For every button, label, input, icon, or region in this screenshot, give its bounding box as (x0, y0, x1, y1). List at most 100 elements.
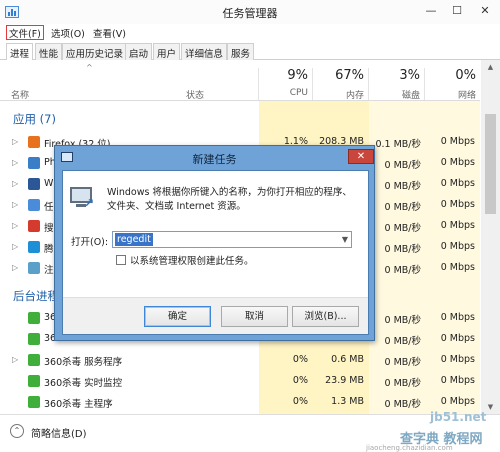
process-cpu: 0% (292, 375, 308, 386)
expand-chevron-icon[interactable]: ▷ (12, 179, 18, 188)
process-row[interactable]: 360杀毒 主程序 0% 1.3 MB 0 MB/秒 0 Mbps (0, 392, 480, 413)
admin-checkbox-label[interactable]: 以系统管理权限创建此任务。 (130, 253, 254, 267)
tencent-icon (28, 241, 40, 253)
process-memory: 23.9 MB (325, 375, 364, 386)
expand-chevron-icon[interactable]: ▷ (12, 263, 18, 272)
process-network: 0 Mbps (440, 375, 475, 386)
run-icon: ↗ (70, 185, 96, 210)
expand-chevron-icon[interactable]: ▷ (12, 355, 18, 364)
watermark-site: jb51.net (430, 410, 487, 424)
minimize-button[interactable]: — (418, 3, 444, 19)
menu-view[interactable]: 查看(V) (93, 26, 126, 40)
maximize-button[interactable]: ☐ (444, 3, 470, 19)
process-disk: 0 MB/秒 (384, 244, 421, 255)
browse-button[interactable]: 浏览(B)... (292, 306, 359, 327)
column-network[interactable]: 网络 (426, 88, 476, 101)
tab-processes[interactable]: 进程 (6, 43, 34, 61)
expand-chevron-icon[interactable]: ▷ (12, 221, 18, 230)
ok-button[interactable]: 确定 (144, 306, 211, 327)
expand-chevron-icon[interactable]: ▷ (12, 242, 18, 251)
column-header: ^ 名称 状态 9% CPU 67% 内存 3% 磁盘 0% 网络 (0, 60, 480, 101)
scroll-thumb[interactable] (485, 114, 496, 214)
dialog-title: 新建任务 (192, 153, 237, 166)
dialog-body: ↗ Windows 将根据你所键入的名称，为你打开相应的程序、文件夹、文档或 I… (62, 170, 369, 335)
process-disk: 0 MB/秒 (384, 315, 421, 326)
process-name: 360杀毒 服务程序 (44, 357, 123, 368)
open-label: 打开(O): (71, 237, 109, 248)
expand-chevron-icon[interactable]: ▷ (12, 137, 18, 146)
column-cpu[interactable]: CPU (262, 88, 308, 98)
process-disk: 0.1 MB/秒 (375, 139, 421, 150)
process-disk: 0 MB/秒 (384, 202, 421, 213)
open-input-value[interactable]: regedit (115, 233, 153, 246)
new-task-dialog: 新建任务 ✕ ↗ Windows 将根据你所键入的名称，为你打开相应的程序、文件… (54, 145, 375, 341)
photos-icon (28, 157, 40, 169)
tab-details[interactable]: 详细信息 (181, 43, 228, 60)
process-network: 0 Mbps (440, 396, 475, 407)
process-network: 0 Mbps (440, 178, 475, 189)
menu-options[interactable]: 选项(O) (51, 26, 85, 40)
expand-chevron-icon[interactable]: ▷ (12, 200, 18, 209)
column-divider (258, 68, 259, 100)
process-network: 0 Mbps (440, 136, 475, 147)
tab-users[interactable]: 用户 (153, 43, 181, 60)
360-antivirus-icon (28, 354, 40, 366)
process-name: 搜 (44, 223, 54, 234)
process-row[interactable]: ▷ 360杀毒 服务程序 0% 0.6 MB 0 MB/秒 0 Mbps (0, 350, 480, 371)
process-disk: 0 MB/秒 (384, 223, 421, 234)
group-apps: 应用 (7) (13, 112, 56, 126)
cpu-total[interactable]: 9% (262, 68, 308, 83)
tab-services[interactable]: 服务 (227, 43, 255, 60)
tab-performance[interactable]: 性能 (35, 43, 63, 60)
tab-bar: 进程 性能 应用历史记录 启动 用户 详细信息 服务 (0, 41, 500, 61)
expand-chevron-icon[interactable]: ▷ (12, 158, 18, 167)
memory-total[interactable]: 67% (314, 68, 364, 83)
close-button[interactable]: ✕ (472, 3, 498, 19)
process-disk: 0 MB/秒 (384, 160, 421, 171)
process-disk: 0 MB/秒 (384, 357, 421, 368)
menu-bar: 文件(F) 选项(O) 查看(V) (0, 24, 500, 41)
column-status[interactable]: 状态 (186, 88, 204, 101)
column-memory[interactable]: 内存 (314, 88, 364, 101)
column-name[interactable]: 名称 (11, 88, 29, 101)
process-network: 0 Mbps (440, 312, 475, 323)
360-icon (28, 312, 40, 324)
firefox-icon (28, 136, 40, 148)
cancel-button[interactable]: 取消 (221, 306, 288, 327)
fewer-details-link[interactable]: 简略信息(D) (31, 425, 87, 440)
chevron-down-icon[interactable]: ▼ (342, 235, 348, 244)
column-disk[interactable]: 磁盘 (370, 88, 420, 101)
admin-checkbox[interactable] (116, 255, 126, 265)
process-disk: 0 MB/秒 (384, 378, 421, 389)
sort-arrow-icon: ^ (86, 63, 93, 72)
process-name: 注 (44, 265, 54, 276)
process-row[interactable]: 360杀毒 实时监控 0% 23.9 MB 0 MB/秒 0 Mbps (0, 371, 480, 392)
open-input[interactable]: regedit ▼ (112, 231, 352, 248)
process-network: 0 Mbps (440, 241, 475, 252)
process-cpu: 0% (292, 396, 308, 407)
dialog-description: Windows 将根据你所键入的名称，为你打开相应的程序、文件夹、文档或 Int… (107, 187, 352, 212)
vertical-scrollbar[interactable]: ▲ ▼ (481, 60, 500, 414)
network-total[interactable]: 0% (426, 68, 476, 83)
search-app-icon (28, 220, 40, 232)
dialog-close-button[interactable]: ✕ (348, 149, 374, 164)
process-network: 0 Mbps (440, 157, 475, 168)
tab-startup[interactable]: 启动 (125, 43, 153, 60)
process-name: 腾 (44, 244, 54, 255)
process-name: 360杀毒 主程序 (44, 399, 113, 410)
chevron-up-icon[interactable]: ⌃ (10, 424, 24, 438)
process-network: 0 Mbps (440, 354, 475, 365)
process-memory: 0.6 MB (331, 354, 364, 365)
disk-total[interactable]: 3% (370, 68, 420, 83)
process-name: 任 (44, 202, 54, 213)
process-cpu: 0% (292, 354, 308, 365)
tab-app-history[interactable]: 应用历史记录 (62, 43, 128, 60)
process-name: W (44, 178, 54, 189)
task-manager-icon (28, 199, 40, 211)
column-divider (368, 68, 369, 100)
360-icon (28, 333, 40, 345)
scroll-up-icon[interactable]: ▲ (481, 60, 500, 74)
watermark-url: jiaocheng.chazidian.com (366, 444, 453, 452)
process-network: 0 Mbps (440, 199, 475, 210)
menu-file[interactable]: 文件(F) (6, 25, 44, 40)
